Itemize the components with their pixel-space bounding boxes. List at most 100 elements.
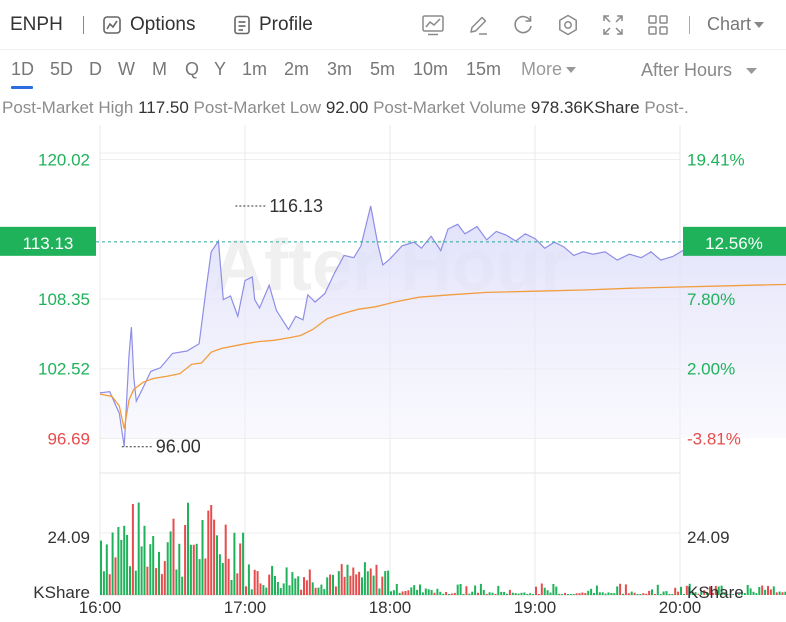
profile-button[interactable]: Profile [233,12,313,38]
volume-bar [520,592,523,595]
period-tab[interactable]: 3m [327,59,352,80]
volume-bar [593,593,595,595]
volume-bar [337,571,340,595]
volume-bar [665,591,668,595]
volume-bar [613,593,616,595]
volume-bar [448,594,450,595]
volume-bar [752,591,755,595]
draw-button[interactable] [465,12,491,38]
y-tick-right: -3.81% [687,429,741,448]
post-market-low-label: Post-Market Low [193,98,322,117]
volume-bar [517,593,520,595]
period-tab[interactable]: 5m [370,59,395,80]
pencil-icon [470,16,487,35]
settings-button[interactable] [555,12,581,38]
volume-bar [158,551,160,595]
volume-bar [622,593,624,595]
post-market-high-value: 117.50 [138,98,189,117]
volume-bar [471,591,474,595]
period-tab[interactable]: 5D [50,59,73,80]
volume-bar [311,582,314,595]
period-tab[interactable]: D [89,59,102,80]
chart-type-dropdown[interactable]: Chart [707,14,765,35]
volume-bar [332,574,334,595]
volume-bar [187,502,189,595]
volume-bar [459,584,462,595]
volume-bar [439,591,442,595]
volume-bar [387,570,390,595]
period-tab[interactable]: Q [185,59,199,80]
volume-bar [410,587,413,595]
volume-bar [636,594,639,595]
volume-bar [381,576,384,595]
volume-bar [648,590,651,595]
volume-bar [175,569,178,595]
volume-bar [424,588,427,595]
volume-bar [192,544,195,595]
volume-bar [453,593,456,595]
volume-bar [288,585,291,595]
volume-bar [361,577,363,595]
volume-bar [587,590,590,595]
caret-down-icon [754,21,765,28]
volume-bar [407,590,410,595]
price-chart[interactable]: After Hour 116.1396.00 120.02108.35102.5… [0,125,786,622]
volume-bar [392,590,395,595]
volume-bar [326,577,329,595]
volume-bar [213,519,216,595]
volume-bar [508,589,511,595]
volume-bar [595,585,598,595]
volume-bar [668,594,671,595]
volume-bar [129,566,131,595]
volume-bar [523,592,526,595]
volume-tick-left: 24.09 [47,528,90,547]
toolbar-divider [83,16,84,34]
volume-bar [268,574,271,595]
active-period-indicator [11,86,33,89]
volume-bar [291,572,294,595]
fullscreen-button[interactable] [600,12,626,38]
volume-bar [285,567,288,595]
volume-bar [572,594,575,595]
period-tab[interactable]: 1D [11,59,34,80]
volume-bar [445,592,448,595]
options-button[interactable]: Options [102,12,195,38]
volume-bar [537,594,540,595]
volume-bar [604,593,607,595]
period-tab[interactable]: 2m [284,59,309,80]
volume-bar [236,573,239,595]
volume-bar [184,525,187,595]
layout-button[interactable] [645,12,671,38]
ticker-symbol: ENPH [10,14,63,35]
volume-bar [317,587,320,595]
period-tab[interactable]: W [118,59,135,80]
volume-bar [140,546,143,595]
y-tick-right: 2.00% [687,360,735,379]
period-tab[interactable]: 15m [466,59,501,80]
volume-bar [117,527,120,595]
volume-bar [578,593,581,595]
period-tab[interactable]: 1m [242,59,267,80]
period-tab[interactable]: 10m [413,59,448,80]
volume-bar [276,582,279,595]
current-price-label: 113.13 [23,234,74,253]
volume-bar [674,587,677,595]
refresh-button[interactable] [510,12,536,38]
volume-bar [227,558,230,595]
volume-bar [659,594,662,595]
volume-bar [207,510,210,595]
volume-bar [775,592,778,595]
session-dropdown[interactable]: After Hours [641,60,758,81]
volume-bar [198,559,201,595]
more-periods-dropdown[interactable]: More [521,59,577,80]
volume-bar [195,543,198,595]
volume-bar [764,589,767,595]
period-tab[interactable]: M [152,59,167,80]
period-tab[interactable]: Y [214,59,226,80]
volume-bar [535,586,537,595]
volume-bar [598,592,601,595]
indicator-button[interactable] [420,12,446,38]
volume-bar [758,587,761,595]
volume-bar [633,592,636,595]
volume-bar [305,580,308,595]
